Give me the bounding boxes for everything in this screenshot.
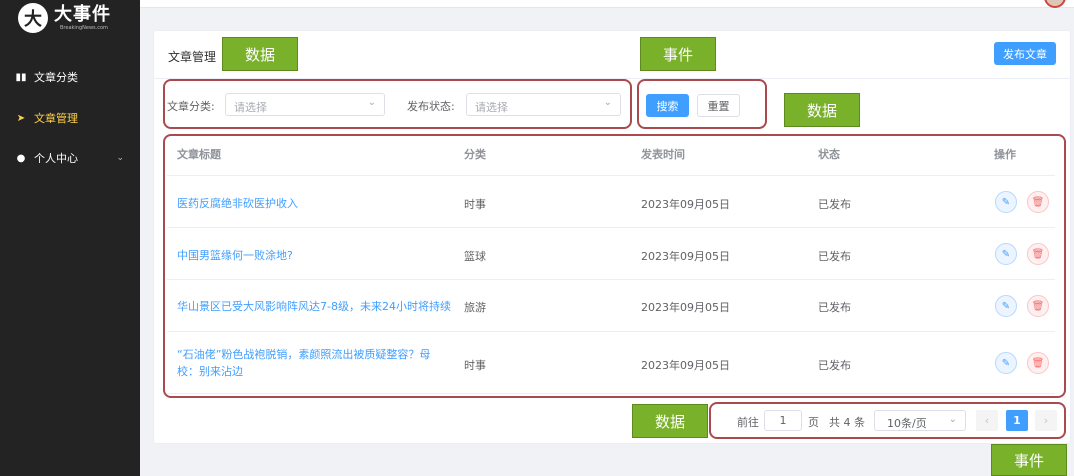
publish-article-button[interactable]: 发布文章 <box>994 42 1056 65</box>
send-icon: ➤ <box>16 112 26 124</box>
user-icon: ● <box>16 152 26 164</box>
logo-subtitle: BreakingNews.com <box>60 25 108 31</box>
topbar <box>140 0 1074 8</box>
sidebar-item-profile[interactable]: ● 个人中心 ⌄ <box>0 143 140 173</box>
logo: 大 大事件 BreakingNews.com <box>18 0 111 36</box>
chevron-down-icon: ⌄ <box>116 153 124 163</box>
annotation-tag-data: 数据 <box>222 37 298 71</box>
sidebar: 大 大事件 BreakingNews.com ▮▮ 文章分类 ➤ 文章管理 ● … <box>0 0 140 476</box>
logo-mark: 大 <box>18 3 48 33</box>
sidebar-item-label: 个人中心 <box>34 152 78 165</box>
sidebar-item-label: 文章分类 <box>34 71 78 84</box>
logo-title: 大事件 <box>54 4 111 25</box>
avatar[interactable] <box>1044 0 1066 8</box>
annotation-tag-event: 事件 <box>640 37 716 71</box>
page-title: 文章管理 <box>168 50 217 64</box>
annotation-tag-data: 数据 <box>632 404 708 438</box>
sidebar-item-articles[interactable]: ➤ 文章管理 <box>0 103 140 133</box>
annotation-tag-data: 数据 <box>784 93 860 127</box>
annotation-region-filters <box>163 79 632 129</box>
annotation-region-buttons <box>637 79 767 129</box>
sidebar-item-category[interactable]: ▮▮ 文章分类 <box>0 62 140 92</box>
category-icon: ▮▮ <box>15 71 27 83</box>
annotation-region-pagination <box>709 402 1066 439</box>
annotation-region-table <box>163 134 1066 398</box>
sidebar-item-label: 文章管理 <box>34 112 78 125</box>
annotation-tag-event: 事件 <box>991 444 1067 476</box>
